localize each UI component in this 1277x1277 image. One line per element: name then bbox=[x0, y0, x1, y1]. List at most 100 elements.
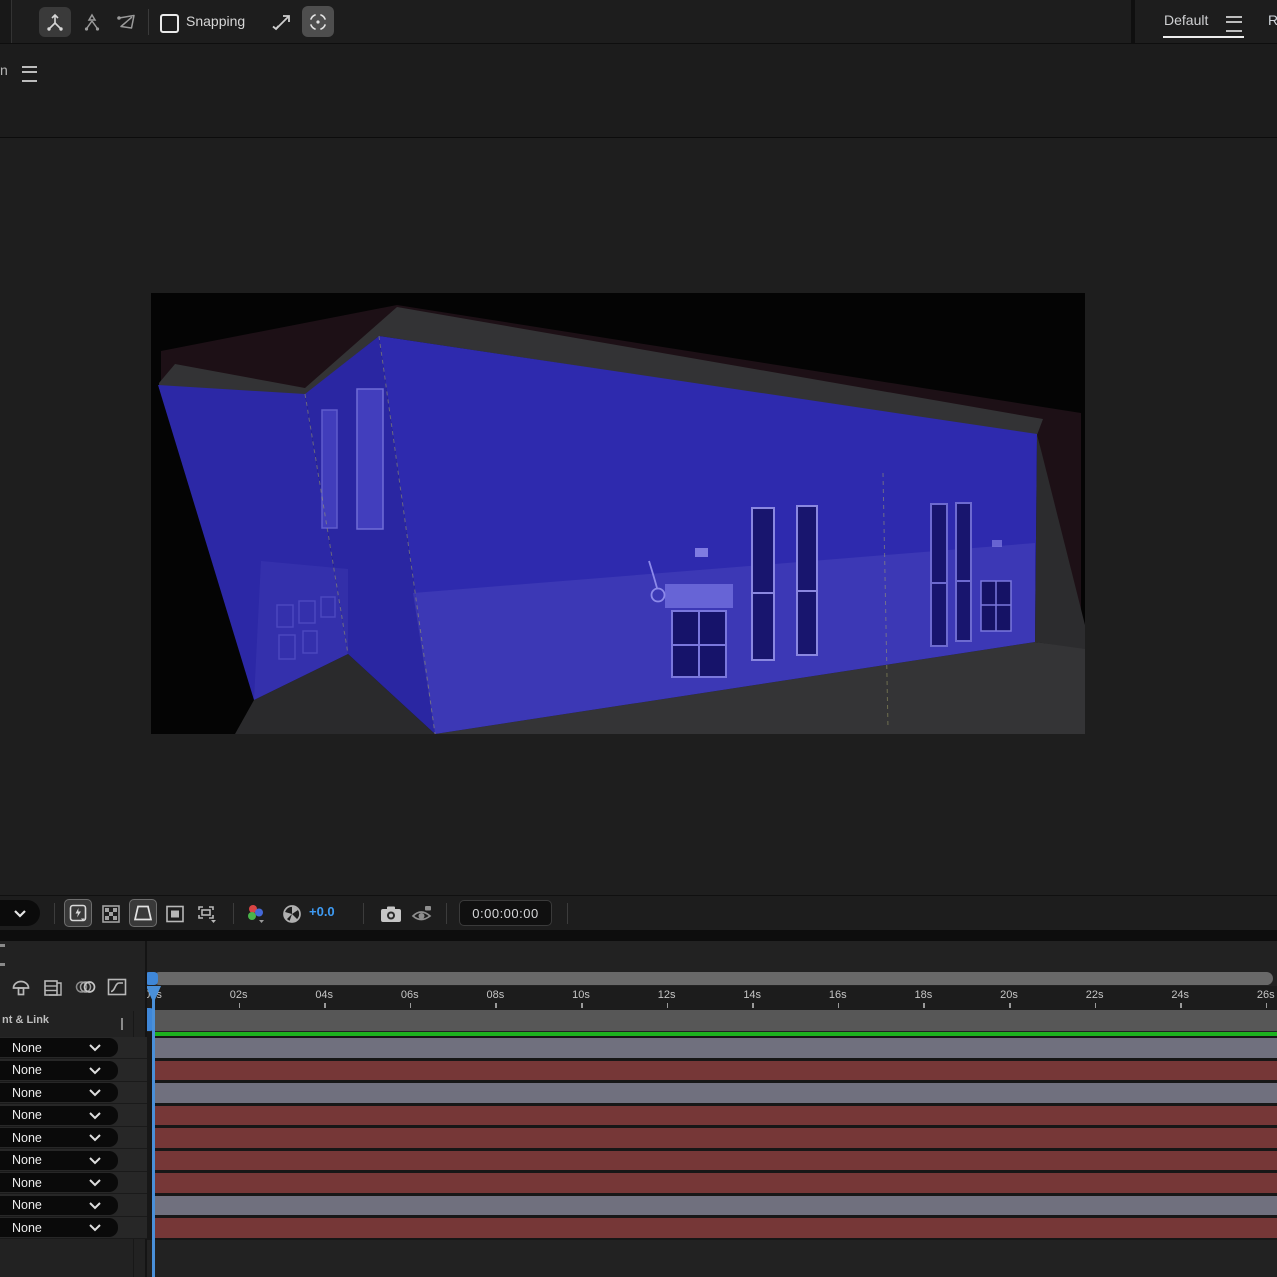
toolbar-separator bbox=[148, 9, 149, 35]
playhead-line[interactable] bbox=[152, 986, 155, 1277]
pin-arrow-button[interactable] bbox=[270, 9, 296, 35]
region-capture-button[interactable] bbox=[302, 6, 334, 37]
layer-duration-bar[interactable] bbox=[155, 1083, 1277, 1103]
parent-link-dropdown[interactable]: None bbox=[0, 1173, 118, 1192]
wall-window bbox=[357, 389, 383, 529]
layer-row: None bbox=[0, 1149, 147, 1172]
layer-duration-bar[interactable] bbox=[155, 1061, 1277, 1081]
small-door bbox=[981, 581, 1011, 631]
timecode-display[interactable]: 0:00:00:00 bbox=[459, 900, 552, 926]
comp-canvas[interactable] bbox=[151, 293, 1085, 734]
chevron-down-icon bbox=[88, 1133, 102, 1142]
roi-button[interactable] bbox=[193, 902, 221, 926]
ruler-label: 22s bbox=[1079, 989, 1111, 1001]
ruler-label: 08s bbox=[479, 989, 511, 1001]
layer-duration-bar[interactable] bbox=[155, 1106, 1277, 1126]
joint-tool-button[interactable] bbox=[39, 7, 71, 37]
shy-icon bbox=[11, 977, 31, 997]
layer-duration-bar[interactable] bbox=[155, 1151, 1277, 1171]
show-snapshot-icon bbox=[411, 904, 433, 924]
ruler-label: 06s bbox=[394, 989, 426, 1001]
channels-button[interactable] bbox=[245, 902, 269, 926]
parent-link-dropdown[interactable]: None bbox=[0, 1218, 118, 1237]
layer-row: None bbox=[0, 1059, 147, 1082]
ruler-tick bbox=[324, 1003, 326, 1008]
chevron-down-icon bbox=[88, 1111, 102, 1120]
channels-icon bbox=[246, 903, 268, 925]
ruler-tick bbox=[495, 1003, 497, 1008]
viewer-toolbar-separator bbox=[446, 903, 447, 924]
motion-blur-icon bbox=[75, 977, 97, 997]
parent-link-dropdown[interactable]: None bbox=[0, 1083, 118, 1102]
parent-link-value: None bbox=[12, 1131, 42, 1145]
parent-link-dropdown[interactable]: None bbox=[0, 1061, 118, 1080]
parent-link-dropdown[interactable]: None bbox=[0, 1151, 118, 1170]
chevron-down-icon bbox=[88, 1178, 102, 1187]
workspace-tab-fragment[interactable]: R bbox=[1268, 0, 1277, 40]
magnification-dropdown[interactable] bbox=[0, 900, 40, 926]
ruler-tick bbox=[667, 1003, 669, 1008]
panel-gap bbox=[0, 930, 1277, 941]
graph-editor-toggle[interactable] bbox=[106, 975, 128, 999]
layer-duration-bar[interactable] bbox=[155, 1196, 1277, 1216]
ruler-label: 10s bbox=[565, 989, 597, 1001]
track-area: 00s02s04s06s08s10s12s14s16s18s20s22s24s2… bbox=[147, 941, 1277, 1277]
parent-link-dropdown[interactable]: None bbox=[0, 1196, 118, 1215]
magnification-chevron-icon bbox=[13, 909, 27, 918]
show-snapshot-button[interactable] bbox=[410, 902, 434, 926]
joint-tool-icon bbox=[44, 11, 66, 33]
workspace-menu-icon[interactable] bbox=[1226, 16, 1242, 32]
chevron-down-icon bbox=[88, 1156, 102, 1165]
layer-duration-bar[interactable] bbox=[155, 1038, 1277, 1058]
layer-duration-bar[interactable] bbox=[155, 1173, 1277, 1193]
navigator-playhead-mirror[interactable] bbox=[147, 972, 158, 985]
ruler-label: 04s bbox=[308, 989, 340, 1001]
time-navigator-bar[interactable] bbox=[153, 972, 1273, 985]
ruler-tick bbox=[923, 1003, 925, 1008]
workspace-divider bbox=[1131, 0, 1135, 43]
shy-toggle[interactable] bbox=[10, 975, 32, 999]
snapshot-button[interactable] bbox=[379, 902, 403, 926]
joint-alt-tool-button[interactable] bbox=[76, 7, 108, 37]
workspace-tab-default[interactable]: Default bbox=[1164, 0, 1208, 40]
work-area-bar[interactable] bbox=[153, 1010, 1277, 1031]
parent-link-value: None bbox=[12, 1063, 42, 1077]
fast-previews-button[interactable] bbox=[64, 899, 92, 927]
exposure-value[interactable]: +0.0 bbox=[309, 904, 335, 919]
parent-link-value: None bbox=[12, 1086, 42, 1100]
parent-link-dropdown[interactable]: None bbox=[0, 1106, 118, 1125]
layer-row: None bbox=[0, 1082, 147, 1105]
time-ruler[interactable]: 00s02s04s06s08s10s12s14s16s18s20s22s24s2… bbox=[147, 986, 1277, 1010]
after-effects-window: Snapping Default R n bbox=[0, 0, 1277, 1277]
snapping-checkbox[interactable] bbox=[160, 14, 179, 33]
parent-link-value: None bbox=[12, 1198, 42, 1212]
parent-link-value: None bbox=[12, 1176, 42, 1190]
ruler-tick bbox=[410, 1003, 412, 1008]
layer-duration-bar[interactable] bbox=[155, 1218, 1277, 1238]
viewer-toolbar-separator bbox=[54, 903, 55, 924]
safe-zones-icon bbox=[166, 905, 184, 923]
layer-duration-bar[interactable] bbox=[155, 1128, 1277, 1148]
parent-link-dropdown[interactable]: None bbox=[0, 1038, 118, 1057]
ruler-label: 26s bbox=[1250, 989, 1277, 1001]
panel-tab-row: n bbox=[0, 44, 1277, 138]
frame-blend-toggle[interactable] bbox=[42, 975, 64, 999]
mask-visibility-button[interactable] bbox=[129, 899, 157, 927]
ruler-label: 16s bbox=[822, 989, 854, 1001]
layer-row: None bbox=[0, 1217, 147, 1240]
ruler-tick bbox=[239, 1003, 241, 1008]
motion-blur-toggle[interactable] bbox=[75, 975, 97, 999]
ruler-tick bbox=[838, 1003, 840, 1008]
parent-link-dropdown[interactable]: None bbox=[0, 1128, 118, 1147]
ruler-tick bbox=[1009, 1003, 1011, 1008]
transparency-grid-button[interactable] bbox=[99, 902, 123, 926]
safe-zones-button[interactable] bbox=[163, 902, 187, 926]
ruler-tick bbox=[581, 1003, 583, 1008]
parent-link-value: None bbox=[12, 1041, 42, 1055]
timeline-left-column: nt & Link NoneNoneNoneNoneNoneNoneNoneNo… bbox=[0, 941, 147, 1277]
bend-tool-button[interactable] bbox=[110, 7, 142, 37]
wall-window bbox=[322, 410, 337, 528]
panel-tab-name-fragment[interactable]: n bbox=[0, 62, 8, 78]
panel-menu-icon[interactable] bbox=[22, 66, 37, 82]
exposure-button[interactable] bbox=[280, 902, 304, 926]
